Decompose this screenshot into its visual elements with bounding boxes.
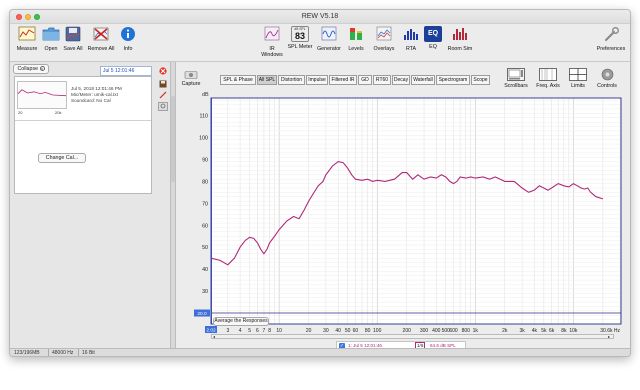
room-sim-button[interactable]: Room Sim: [444, 26, 476, 52]
spl-chart[interactable]: 2030405060708090100110 34567810203040506…: [180, 88, 630, 336]
capture-button[interactable]: Capture: [180, 70, 202, 87]
title-bar: REW V5.18: [10, 10, 630, 24]
bit-depth: 16 Bit: [82, 350, 95, 356]
wrench-icon: [605, 27, 619, 41]
measurement-name-field[interactable]: Jul 5 12:01:46: [100, 66, 152, 76]
spl-meter-value: 83: [294, 31, 305, 41]
controls-icon: [601, 68, 613, 81]
change-cal-button[interactable]: Change Cal...: [38, 153, 86, 163]
main-toolbar: Measure Open Save All Remove All Info IR…: [10, 24, 630, 62]
cursor-x-readout: 2.02: [205, 326, 217, 334]
spl-meter-button[interactable]: dB SPL 83 SPL Meter: [286, 26, 314, 50]
app-window: REW V5.18 Measure Open Save All Remove A…: [9, 9, 631, 357]
tab-gd[interactable]: GD: [358, 75, 372, 85]
collapse-icon: ×: [39, 66, 45, 71]
scrollbars-icon: [507, 68, 525, 81]
measurement-item[interactable]: 20 20k Jul 5, 2018 12:01:46 PM Mic/Meter…: [15, 77, 151, 121]
tab-filtered-ir[interactable]: Filtered IR: [329, 75, 357, 85]
generator-button[interactable]: Generator: [314, 26, 344, 52]
rta-icon: [404, 29, 418, 40]
info-button[interactable]: Info: [118, 26, 138, 52]
measure-button[interactable]: Measure: [14, 26, 40, 52]
cursor-y-readout: 20.0: [194, 309, 210, 317]
y-tick-labels: 2030405060708090100110: [199, 114, 208, 317]
tab-spl-phase[interactable]: SPL & Phase: [220, 75, 256, 85]
overlays-icon: [376, 26, 392, 41]
sample-rate: 48000 Hz: [52, 350, 74, 356]
tab-rt60[interactable]: RT60: [373, 75, 391, 85]
panel-splitter[interactable]: [170, 62, 176, 348]
y-tick-label: 30: [202, 289, 208, 295]
thumbnail-x-start: 20: [18, 110, 23, 115]
folder-icon: [42, 27, 60, 41]
collapse-button[interactable]: Collapse ×: [13, 64, 49, 74]
scroll-right-arrow[interactable]: ▸: [608, 335, 612, 339]
measurement-thumbnail: 20 20k: [17, 81, 67, 115]
y-axis-label: dB: [202, 92, 209, 98]
levels-button[interactable]: Levels: [344, 26, 368, 52]
cursor-y-readout-text: 20.0: [197, 311, 207, 317]
open-button[interactable]: Open: [40, 26, 62, 52]
status-divider: [48, 349, 49, 356]
y-tick-label: 40: [202, 267, 208, 273]
plot-area[interactable]: [211, 98, 621, 324]
y-tick-label: 50: [202, 245, 208, 251]
overlays-button[interactable]: Overlays: [368, 26, 400, 52]
tab-distortion[interactable]: Distortion: [278, 75, 305, 85]
tab-impulse[interactable]: Impulse: [306, 75, 328, 85]
thumbnail-x-end: 20k: [55, 110, 61, 115]
memory-usage: 123/196MB: [14, 350, 40, 356]
eq-icon: EQ: [424, 26, 442, 42]
tab-decay[interactable]: Decay: [392, 75, 410, 85]
measurement-soundcard: Soundcard: No Cal: [71, 98, 111, 104]
splitter-scroll-thumb[interactable]: [171, 96, 175, 182]
levels-icon: [350, 28, 362, 40]
freq-axis-icon: [539, 68, 557, 81]
scrollbars-button[interactable]: Scrollbars: [502, 68, 530, 89]
y-tick-label: 90: [202, 157, 208, 163]
remove-measurement-icon[interactable]: [159, 67, 167, 75]
rta-button[interactable]: RTA: [400, 26, 422, 52]
freq-axis-button[interactable]: Freq. Axis: [534, 68, 562, 89]
edit-notes-icon[interactable]: [159, 91, 167, 99]
preferences-button[interactable]: Preferences: [594, 26, 628, 52]
tab-scope[interactable]: Scope: [471, 75, 490, 85]
tab-waterfall[interactable]: Waterfall: [411, 75, 435, 85]
camera-icon: [184, 71, 198, 79]
room-sim-icon: [453, 28, 467, 40]
generator-icon: [321, 26, 337, 41]
measure-icon: [18, 26, 36, 41]
measurement-info-icon[interactable]: [158, 102, 168, 111]
ir-windows-button[interactable]: IR Windows: [258, 26, 286, 58]
save-measurement-icon[interactable]: [159, 80, 167, 88]
y-tick-label: 80: [202, 179, 208, 185]
window-title: REW V5.18: [301, 13, 339, 20]
measurement-list: 20 20k Jul 5, 2018 12:01:46 PM Mic/Meter…: [14, 76, 152, 194]
y-tick-label: 60: [202, 223, 208, 229]
measurements-panel: Collapse × 20 20k Jul 5, 2018 12:01:46 P…: [10, 62, 172, 348]
spl-meter-icon: dB SPL 83: [291, 26, 309, 42]
remove-icon: [93, 27, 109, 41]
status-divider: [78, 349, 79, 356]
limits-button[interactable]: Limits: [566, 68, 590, 89]
tab-spectrogram[interactable]: Spectrogram: [436, 75, 470, 85]
y-tick-label: 100: [199, 135, 208, 141]
remove-all-button[interactable]: Remove All: [84, 26, 118, 52]
limits-icon: [569, 68, 587, 81]
cursor-x-readout-text: 2.02: [206, 328, 216, 334]
scroll-left-arrow[interactable]: ◂: [213, 335, 217, 339]
tab-all-spl[interactable]: All SPL: [257, 75, 277, 85]
controls-button[interactable]: Controls: [592, 68, 622, 89]
status-bar: 123/196MB 48000 Hz 16 Bit: [10, 348, 630, 356]
info-icon: [121, 27, 135, 41]
save-icon: [65, 26, 81, 42]
eq-button[interactable]: EQ EQ: [422, 26, 444, 50]
ir-windows-icon: [264, 26, 280, 41]
horizontal-scrollbar[interactable]: ◂ ▸: [211, 334, 614, 339]
average-responses-button[interactable]: Average the Responses: [213, 317, 269, 326]
save-all-button[interactable]: Save All: [62, 26, 84, 52]
y-tick-label: 110: [200, 114, 208, 120]
y-tick-label: 70: [202, 201, 208, 207]
